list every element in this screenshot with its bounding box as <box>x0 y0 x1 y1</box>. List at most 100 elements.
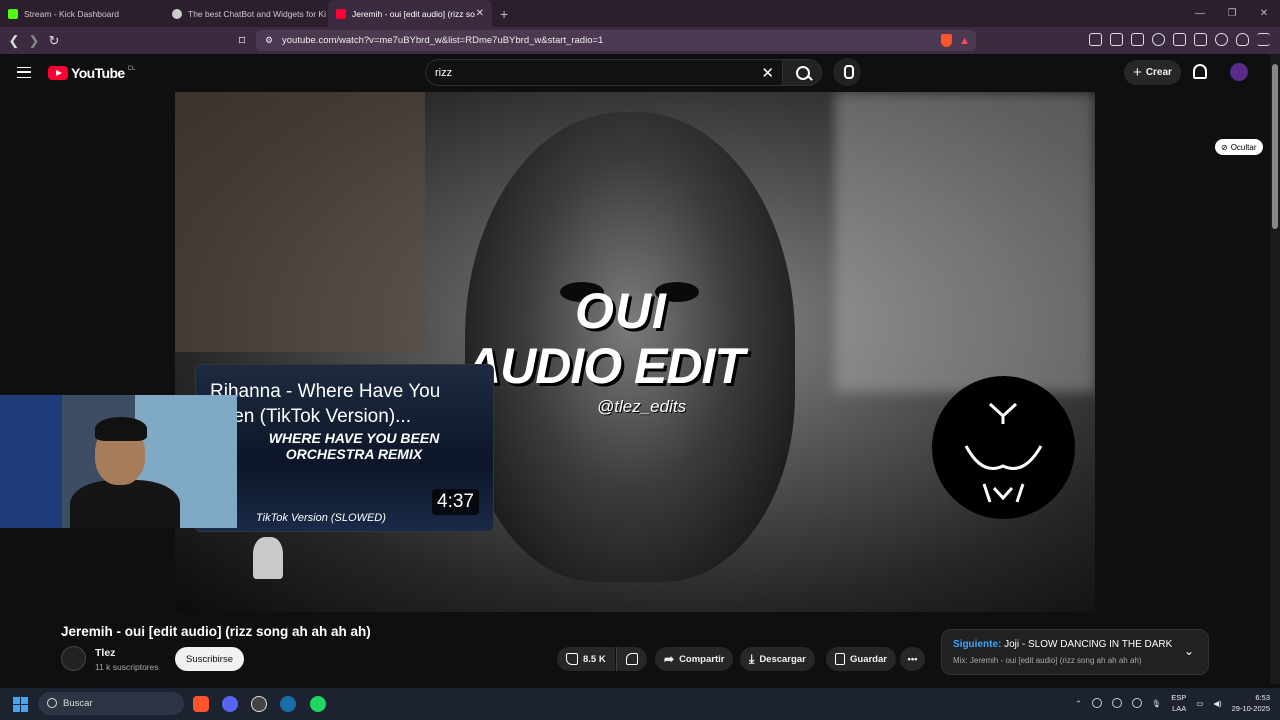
lang-bottom: LAA <box>1172 704 1187 713</box>
preview-duration: 4:37 <box>432 489 479 515</box>
dislike-button[interactable] <box>616 647 647 671</box>
windows-start-icon[interactable] <box>13 697 28 712</box>
reload-icon[interactable]: ↻ <box>44 33 64 49</box>
youtube-masthead: YouTube CL rizz ✕ + Crear <box>0 54 1270 92</box>
page-scrollbar[interactable] <box>1270 54 1280 684</box>
clear-search-icon[interactable]: ✕ <box>761 64 774 82</box>
puzzle-icon[interactable] <box>1110 33 1123 46</box>
search-query: rizz <box>435 66 453 79</box>
tab-label: Stream - Kick Dashboard <box>24 8 119 19</box>
thumbs-down-icon <box>626 653 638 665</box>
tray-app-icon[interactable] <box>1131 698 1142 708</box>
webcam-person-hair <box>95 417 147 441</box>
preview-caption: TikTok Version (SLOWED) <box>256 512 386 524</box>
up-next-card[interactable]: Siguiente: Joji - SLOW DANCING IN THE DA… <box>941 629 1209 675</box>
discord-icon[interactable] <box>222 696 238 712</box>
notifications-bell-icon[interactable] <box>1193 64 1207 79</box>
brave-shields-icon[interactable] <box>941 34 952 47</box>
kick-favicon-icon <box>8 8 18 19</box>
back-icon[interactable]: ❮ <box>4 33 24 49</box>
floating-video-preview[interactable]: Rihanna - Where Have You Been (TikTok Ve… <box>195 364 494 532</box>
lang-top: ESP <box>1171 693 1187 702</box>
network-icon[interactable]: ▭ <box>1196 699 1203 708</box>
eye-off-icon: ⊘ <box>1221 142 1228 152</box>
scrollbar-thumb[interactable] <box>1272 64 1278 229</box>
brave-icon[interactable] <box>193 696 209 712</box>
hide-overlay-button[interactable]: ⊘ Ocultar <box>1215 139 1263 155</box>
overlay-title-line1: OUI <box>575 283 667 339</box>
minimize-icon[interactable]: — <box>1184 8 1216 19</box>
subscribe-button[interactable]: Suscribirse <box>175 647 244 671</box>
search-button[interactable] <box>782 59 822 86</box>
extension-icon[interactable] <box>1131 33 1144 46</box>
tray-app-icon[interactable] <box>1111 698 1122 708</box>
url-text: youtube.com/watch?v=me7uBYbrd_w&list=RDm… <box>282 35 604 46</box>
thumbs-up-icon <box>566 653 578 665</box>
taskbar-search[interactable]: Buscar <box>38 692 184 715</box>
webcam-person-body <box>70 480 180 528</box>
tray-app-icon[interactable] <box>1091 698 1102 708</box>
taskbar-search-label: Buscar <box>63 698 93 709</box>
channel-name[interactable]: Tlez <box>95 647 115 659</box>
clock-time: 6:53 <box>1255 693 1270 702</box>
wallet-icon[interactable] <box>1194 33 1207 46</box>
download-button[interactable]: ⤓ Descargar <box>740 647 815 671</box>
close-window-icon[interactable]: ✕ <box>1248 8 1280 19</box>
overlay-title-line2: AUDIO EDIT <box>465 338 745 394</box>
up-next-prefix: Siguiente: <box>953 639 1002 650</box>
botrix-favicon-icon <box>172 8 182 19</box>
mask-logo-icon <box>964 402 1043 503</box>
account-avatar[interactable] <box>1230 63 1248 81</box>
webcam-overlay <box>0 395 237 528</box>
create-button[interactable]: + Crear <box>1124 60 1181 85</box>
like-button[interactable]: 8.5 K <box>557 647 615 671</box>
steam-icon[interactable] <box>280 696 296 712</box>
tab-kick-dashboard[interactable]: Stream - Kick Dashboard <box>0 0 164 27</box>
language-indicator[interactable]: ESP LAA <box>1171 692 1186 714</box>
volume-icon[interactable]: ◀) <box>1213 699 1221 708</box>
youtube-wordmark: YouTube <box>71 65 125 81</box>
save-button[interactable]: Guardar <box>826 647 896 671</box>
close-tab-icon[interactable]: ✕ <box>476 8 484 19</box>
new-tab-button[interactable]: + <box>500 6 508 22</box>
voice-search-icon[interactable] <box>833 58 861 86</box>
bookmark-icon[interactable]: ⌑ <box>232 33 252 49</box>
microphone-icon[interactable]: 🎙 <box>1152 699 1162 708</box>
more-dots-icon: ••• <box>907 653 918 665</box>
spotify-icon[interactable] <box>310 696 326 712</box>
vpn-shield-icon[interactable] <box>1236 33 1249 46</box>
obs-icon[interactable] <box>251 696 267 712</box>
bookmark-save-icon <box>835 653 845 665</box>
system-tray: ⌃ 🎙 ESP LAA ▭ ◀) 6:53 29-10-2025 <box>1075 692 1270 714</box>
menu-icon[interactable] <box>1257 33 1270 46</box>
youtube-play-icon <box>48 66 68 80</box>
leo-ai-icon[interactable] <box>1215 33 1228 46</box>
extension-icon[interactable] <box>1089 33 1102 46</box>
forward-icon[interactable]: ❯ <box>24 33 44 49</box>
save-label: Guardar <box>850 653 887 665</box>
site-info-icon[interactable]: ⚙ <box>265 35 273 46</box>
windows-taskbar: Buscar ⌃ 🎙 ESP LAA ▭ ◀) 6:53 29-10-2025 <box>0 688 1280 720</box>
more-actions-button[interactable]: ••• <box>900 647 925 671</box>
sidebar-icon[interactable] <box>1173 33 1186 46</box>
restore-icon[interactable]: ❐ <box>1216 8 1248 19</box>
chevron-down-icon[interactable]: ⌄ <box>1184 644 1194 658</box>
clock[interactable]: 6:53 29-10-2025 <box>1232 692 1270 714</box>
hamburger-menu-icon[interactable] <box>17 67 31 78</box>
youtube-logo[interactable]: YouTube CL <box>48 65 135 81</box>
tab-youtube-video[interactable]: Jeremih - oui [edit audio] (rizz so ✕ <box>328 0 492 27</box>
brave-rewards-icon[interactable]: ▲ <box>959 35 970 47</box>
show-hidden-icons[interactable]: ⌃ <box>1075 699 1081 708</box>
webcam-curtain <box>0 395 62 528</box>
tab-chatbot-widgets[interactable]: The best ChatBot and Widgets for Ki <box>164 0 328 27</box>
youtube-favicon-icon <box>336 8 346 19</box>
youtube-page: YouTube CL rizz ✕ + Crear OUI AUDIO EDIT… <box>0 54 1270 684</box>
clock-date: 29-10-2025 <box>1231 704 1270 713</box>
url-field[interactable]: ⚙ youtube.com/watch?v=me7uBYbrd_w&list=R… <box>256 30 976 51</box>
search-input[interactable]: rizz ✕ <box>425 59 785 86</box>
video-title: Jeremih - oui [edit audio] (rizz song ah… <box>61 624 371 639</box>
share-button[interactable]: ➦ Compartir <box>655 647 734 671</box>
channel-avatar[interactable] <box>61 646 86 671</box>
video-player[interactable]: OUI AUDIO EDIT @tlez_edits <box>175 92 1095 612</box>
music-icon[interactable] <box>1152 33 1165 46</box>
